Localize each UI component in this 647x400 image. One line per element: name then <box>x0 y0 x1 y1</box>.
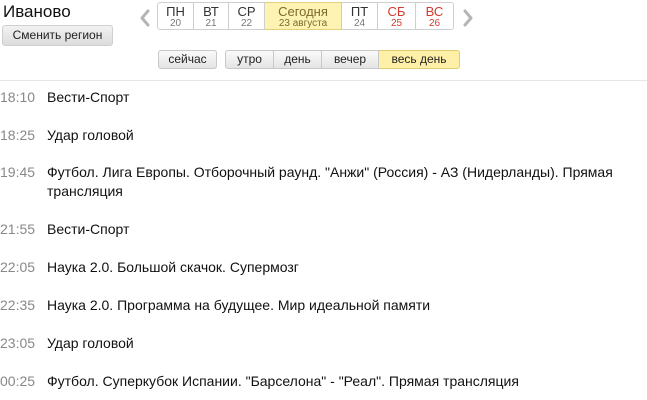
program-title[interactable]: Наука 2.0. Программа на будущее. Мир иде… <box>47 296 637 315</box>
day-tab-fri[interactable]: ПТ 24 <box>342 2 378 30</box>
day-name: ПТ <box>350 4 369 19</box>
period-day[interactable]: день <box>274 50 322 69</box>
now-button[interactable]: сейчас <box>158 50 217 69</box>
program-title[interactable]: Удар головой <box>47 334 637 353</box>
day-tab-sun[interactable]: ВС 26 <box>416 2 454 30</box>
day-tab-wed[interactable]: СР 22 <box>229 2 265 30</box>
day-tab-sat[interactable]: СБ 25 <box>378 2 416 30</box>
next-week-arrow-icon[interactable] <box>461 8 475 28</box>
day-name: ВТ <box>203 4 219 19</box>
day-tab-tue[interactable]: ВТ 21 <box>194 2 229 30</box>
program-time: 22:05 <box>0 259 36 275</box>
program-time: 21:55 <box>0 221 36 237</box>
program-title[interactable]: Наука 2.0. Большой скачок. Супермозг <box>47 258 637 277</box>
day-date: 22 <box>240 18 253 29</box>
program-title[interactable]: Футбол. Лига Европы. Отборочный раунд. "… <box>47 163 637 201</box>
program-time: 22:35 <box>0 297 36 313</box>
header-divider <box>0 80 647 81</box>
schedule-header: Иваново Сменить регион ПН 20 ВТ 21 СР 22… <box>0 0 647 80</box>
day-date: 23 августа <box>278 18 328 29</box>
program-time: 18:10 <box>0 89 36 105</box>
program-time: 00:25 <box>0 373 36 389</box>
program-time: 18:25 <box>0 127 36 143</box>
period-evening[interactable]: вечер <box>322 50 379 69</box>
day-name: Сегодня <box>278 4 328 19</box>
prev-week-arrow-icon[interactable] <box>138 8 152 28</box>
change-region-button[interactable]: Сменить регион <box>2 25 113 46</box>
program-time: 23:05 <box>0 335 36 351</box>
region-name: Иваново <box>3 2 71 21</box>
program-title[interactable]: Удар головой <box>47 126 637 145</box>
day-date: 21 <box>205 18 217 29</box>
period-all-day[interactable]: весь день <box>379 50 460 69</box>
day-name: СБ <box>387 4 406 19</box>
program-time: 19:45 <box>0 164 36 180</box>
day-date: 25 <box>390 18 403 29</box>
day-tabs: ПН 20 ВТ 21 СР 22 Сегодня 23 августа ПТ … <box>157 2 454 32</box>
period-filter: утро день вечер весь день <box>225 50 460 69</box>
program-title[interactable]: Вести-Спорт <box>47 88 637 107</box>
day-name: ПН <box>166 4 185 19</box>
day-date: 24 <box>353 18 366 29</box>
day-tab-mon[interactable]: ПН 20 <box>157 2 194 30</box>
day-name: СР <box>237 4 256 19</box>
day-name: ВС <box>425 4 444 19</box>
program-title[interactable]: Вести-Спорт <box>47 220 637 239</box>
day-date: 20 <box>169 18 182 29</box>
day-tab-today[interactable]: Сегодня 23 августа <box>265 2 342 30</box>
program-title[interactable]: Футбол. Суперкубок Испании. "Барселона" … <box>47 372 637 391</box>
period-morning[interactable]: утро <box>225 50 274 69</box>
day-date: 26 <box>428 18 441 29</box>
